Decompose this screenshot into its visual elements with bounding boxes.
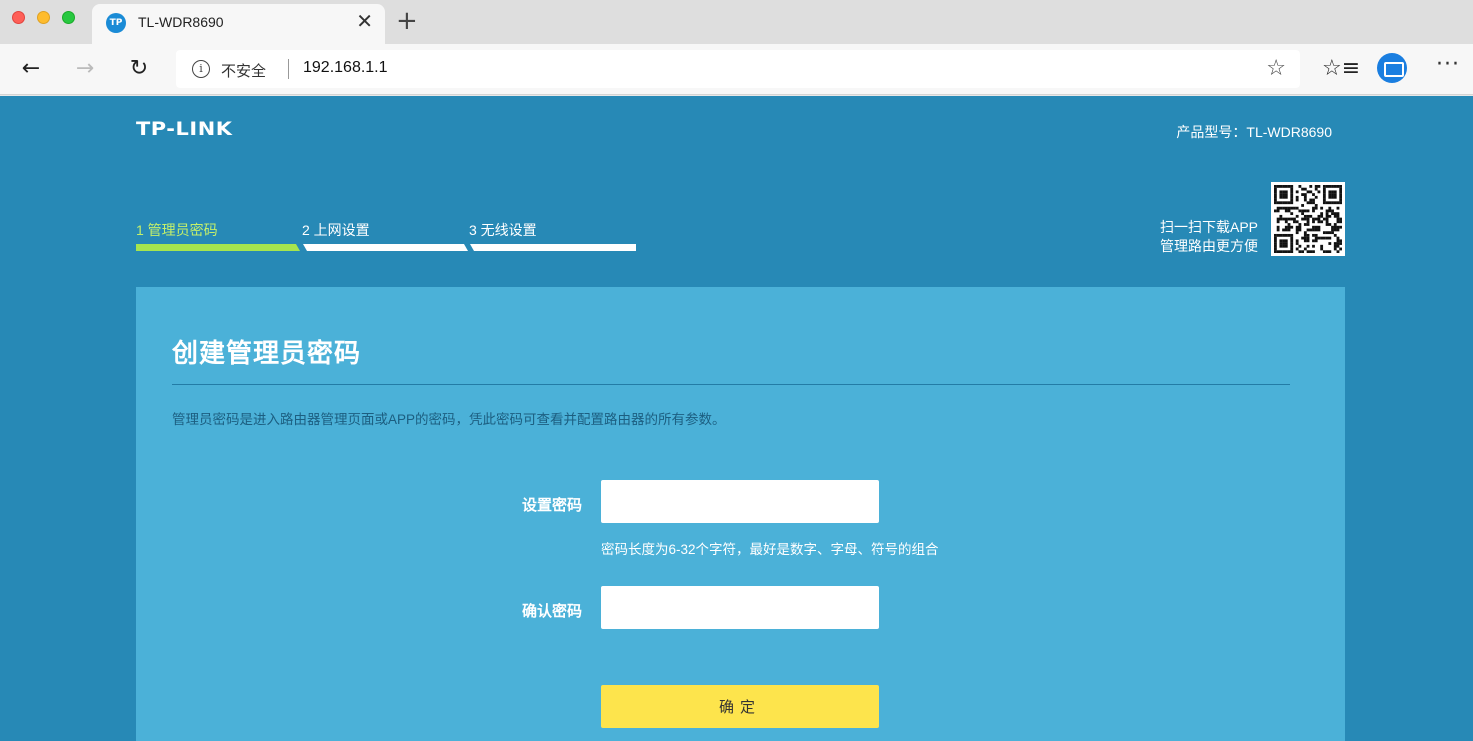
step-wireless-settings: 3 无线设置 bbox=[469, 222, 537, 238]
card-description: 管理员密码是进入路由器管理页面或APP的密码，凭此密码可查看并配置路由器的所有参… bbox=[172, 412, 726, 427]
info-icon[interactable]: i bbox=[192, 60, 210, 78]
tab-close-icon[interactable]: ✕ bbox=[356, 10, 373, 32]
password-card: 创建管理员密码 管理员密码是进入路由器管理页面或APP的密码，凭此密码可查看并配… bbox=[136, 287, 1345, 741]
insecure-label: 不安全 bbox=[221, 63, 267, 80]
profile-avatar-icon[interactable] bbox=[1377, 53, 1407, 83]
step-internet-settings: 2 上网设置 bbox=[302, 222, 370, 238]
window-close-button[interactable] bbox=[12, 11, 25, 24]
more-options-icon[interactable]: ··· bbox=[1436, 52, 1460, 77]
setup-steps: 1 管理员密码 2 上网设置 3 无线设置 bbox=[136, 220, 636, 252]
card-title: 创建管理员密码 bbox=[172, 338, 362, 368]
tplink-logo: TP-LINK bbox=[136, 118, 233, 140]
browser-tab[interactable]: TP TL-WDR8690 ✕ bbox=[92, 4, 385, 44]
qr-code-icon bbox=[1271, 182, 1345, 256]
address-bar[interactable]: i 不安全 192.168.1.1 ☆ bbox=[176, 50, 1300, 88]
address-separator bbox=[288, 59, 289, 79]
back-arrow-icon[interactable]: ← bbox=[16, 54, 46, 84]
star-icon[interactable]: ☆ bbox=[1266, 56, 1286, 81]
favorites-list-icon[interactable]: ☆≡ bbox=[1322, 56, 1360, 81]
app-promo-line-2: 管理路由更方便 bbox=[1160, 238, 1258, 254]
product-model: 产品型号：TL-WDR8690 bbox=[1176, 124, 1332, 140]
url-text[interactable]: 192.168.1.1 bbox=[303, 59, 388, 77]
confirm-password-label: 确认密码 bbox=[521, 603, 582, 620]
window-minimize-button[interactable] bbox=[37, 11, 50, 24]
tplink-favicon-icon: TP bbox=[106, 13, 126, 33]
reload-icon[interactable]: ↻ bbox=[124, 54, 154, 84]
new-tab-icon[interactable]: + bbox=[396, 6, 418, 36]
step-progress-bar bbox=[470, 244, 636, 251]
router-page: TP-LINK 产品型号：TL-WDR8690 1 管理员密码 2 上网设置 3… bbox=[0, 96, 1473, 741]
window-maximize-button[interactable] bbox=[62, 11, 75, 24]
password-label: 设置密码 bbox=[521, 497, 582, 514]
app-promo-line-1: 扫一扫下载APP bbox=[1159, 219, 1258, 235]
step-progress-bar-active bbox=[136, 244, 300, 251]
confirm-password-input[interactable] bbox=[601, 586, 879, 629]
browser-tab-bar: TP TL-WDR8690 ✕ + bbox=[0, 0, 1473, 44]
forward-arrow-icon[interactable]: → bbox=[70, 54, 100, 84]
tab-title: TL-WDR8690 bbox=[138, 14, 224, 30]
password-input[interactable] bbox=[601, 480, 879, 523]
confirm-button[interactable]: 确定 bbox=[601, 685, 879, 728]
step-progress-bar bbox=[303, 244, 468, 251]
card-divider bbox=[172, 384, 1290, 385]
password-hint: 密码长度为6-32个字符，最好是数字、字母、符号的组合 bbox=[601, 542, 939, 557]
browser-nav-bar: ← → ↻ i 不安全 192.168.1.1 ☆ ☆≡ ··· bbox=[0, 44, 1473, 95]
step-admin-password: 1 管理员密码 bbox=[136, 222, 218, 238]
app-download-promo: 扫一扫下载APP 管理路由更方便 bbox=[1140, 218, 1258, 256]
